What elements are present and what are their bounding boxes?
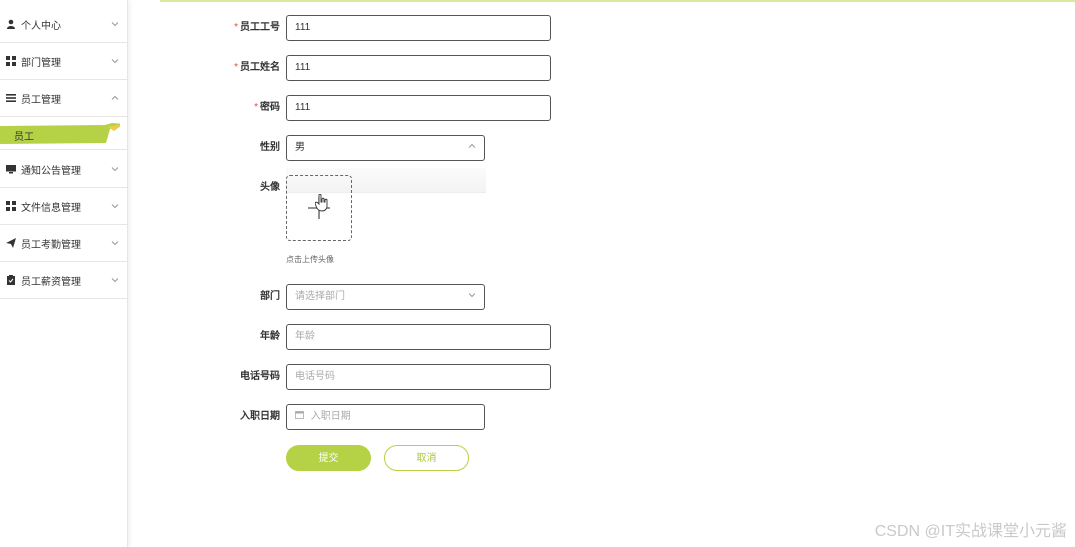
chevron-down-icon [111, 202, 119, 210]
sidebar-item-salary[interactable]: 员工薪资管理 [0, 262, 127, 299]
chevron-down-icon [111, 57, 119, 65]
chevron-down-icon [468, 285, 476, 308]
watermark: CSDN @IT实战课堂小元酱 [874, 523, 1067, 540]
sidebar-item-label: 部门管理 [21, 57, 61, 69]
department-label: 部门 [260, 291, 280, 302]
send-icon [6, 238, 16, 248]
sidebar-item-department[interactable]: 部门管理 [0, 43, 127, 80]
submit-button[interactable]: 提交 [286, 445, 371, 471]
sidebar-item-label: 个人中心 [21, 20, 61, 32]
grid-icon [6, 201, 16, 211]
gender-select[interactable]: 男 [286, 135, 485, 161]
sidebar-item-attendance[interactable]: 员工考勤管理 [0, 225, 127, 262]
sidebar-item-label: 通知公告管理 [21, 165, 81, 177]
sidebar-subitem-employee[interactable]: 员工 [0, 118, 127, 150]
chevron-down-icon [111, 165, 119, 173]
phone-input[interactable]: 电话号码 [286, 364, 551, 390]
chevron-up-icon [111, 94, 119, 102]
gender-label: 性别 [260, 142, 280, 153]
list-icon [6, 93, 16, 103]
age-input[interactable]: 年龄 [286, 324, 551, 350]
user-icon [6, 19, 16, 29]
avatar-upload-box[interactable] [286, 175, 352, 241]
monitor-icon [6, 164, 16, 174]
chevron-down-icon [111, 239, 119, 247]
department-select[interactable]: 请选择部门 [286, 284, 485, 310]
age-placeholder: 年龄 [295, 331, 315, 342]
emp-no-input[interactable]: 111 [286, 15, 551, 41]
chevron-down-icon [111, 20, 119, 28]
clipboard-icon [6, 275, 16, 285]
grid-icon [6, 56, 16, 66]
gender-select-value: 男 [295, 142, 305, 153]
sidebar-item-files[interactable]: 文件信息管理 [0, 188, 127, 225]
sidebar-item-label: 文件信息管理 [21, 202, 81, 214]
calendar-icon [295, 405, 304, 428]
sidebar-item-label: 员工薪资管理 [21, 276, 81, 288]
sidebar-item-profile[interactable]: 个人中心 [0, 6, 127, 43]
chevron-down-icon [111, 276, 119, 284]
sidebar-subitem-label: 员工 [14, 132, 34, 143]
sidebar: 个人中心 部门管理 员工管理 员工 通知公告管理 文件信息管理 员工考勤管理 员… [0, 0, 128, 547]
hire-date-picker[interactable]: 入职日期 [286, 404, 485, 430]
emp-name-label: * 员工姓名 [234, 62, 280, 73]
password-label: * 密码 [254, 102, 280, 113]
department-placeholder: 请选择部门 [295, 291, 345, 302]
chevron-up-icon [468, 136, 476, 159]
hand-cursor-icon [315, 194, 328, 212]
emp-name-input[interactable]: 111 [286, 55, 551, 81]
sidebar-item-notice[interactable]: 通知公告管理 [0, 151, 127, 188]
emp-no-label: * 员工工号 [234, 22, 280, 33]
required-mark: * [234, 62, 238, 73]
avatar-label: 头像 [260, 182, 280, 193]
sidebar-item-label: 员工管理 [21, 94, 61, 106]
avatar-upload-tip: 点击上传头像 [286, 255, 334, 264]
required-mark: * [254, 102, 258, 113]
header-divider [160, 0, 1075, 2]
phone-label: 电话号码 [240, 371, 280, 382]
age-label: 年龄 [260, 331, 280, 342]
sidebar-item-label: 员工考勤管理 [21, 239, 81, 251]
sidebar-item-employee[interactable]: 员工管理 [0, 80, 127, 117]
hire-date-label: 入职日期 [240, 411, 280, 422]
required-mark: * [234, 22, 238, 33]
hire-date-placeholder: 入职日期 [310, 411, 351, 423]
phone-placeholder: 电话号码 [295, 371, 335, 382]
cancel-button[interactable]: 取消 [384, 445, 469, 471]
password-input[interactable]: 111 [286, 95, 551, 121]
